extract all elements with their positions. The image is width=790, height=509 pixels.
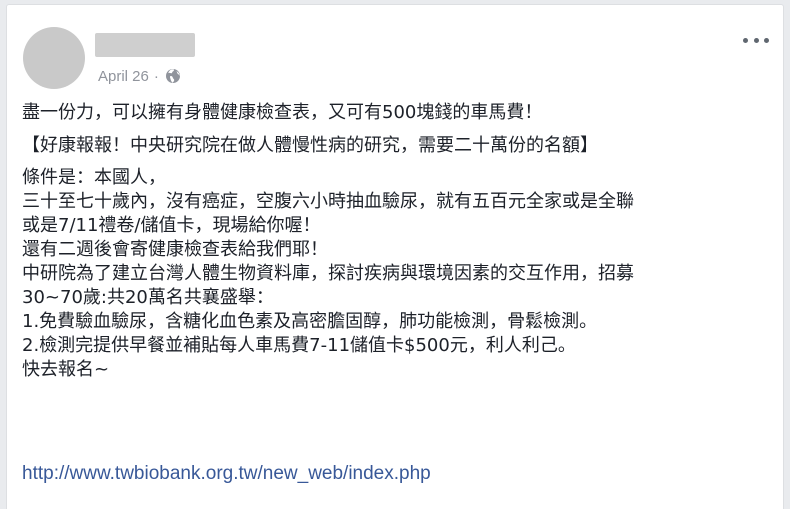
post-line: 或是7/11禮卷/儲值卡，現場給你喔！	[22, 215, 321, 236]
post-line: 2.檢測完提供早餐並補貼每人車馬費7-11儲值卡$500元，利人利己。	[22, 335, 576, 356]
more-options-icon[interactable]	[743, 31, 769, 49]
post-line: 三十至七十歲內，沒有癌症，空腹六小時抽血驗尿，就有五百元全家或是全聯	[22, 191, 634, 212]
post-card: April 26 · 盡一份力，可以擁有身體健康檢查表，又可有500塊錢的車馬費…	[6, 4, 784, 509]
globe-icon[interactable]	[165, 68, 181, 84]
post-meta: April 26 ·	[98, 66, 181, 86]
more-dot	[753, 37, 759, 43]
more-dot	[764, 37, 769, 43]
post-line: 30~70歲:共20萬名共襄盛舉：	[22, 287, 274, 308]
post-line: 條件是：本國人，	[22, 167, 166, 188]
post-paragraph-1: 盡一份力，可以擁有身體健康檢查表，又可有500塊錢的車馬費！	[22, 102, 543, 123]
post-body: 盡一份力，可以擁有身體健康檢查表，又可有500塊錢的車馬費！ 【好康報報！中央研…	[22, 101, 777, 382]
post-line: 還有二週後會寄健康檢查表給我們耶！	[22, 239, 328, 260]
post-paragraph-2: 【好康報報！中央研究院在做人體慢性病的研究，需要二十萬份的名額】	[22, 135, 598, 156]
author-name-redacted[interactable]	[95, 33, 195, 57]
post-link[interactable]: http://www.twbiobank.org.tw/new_web/inde…	[22, 463, 431, 485]
post-date[interactable]: April 26	[98, 68, 149, 85]
post-line: 快去報名~	[22, 359, 110, 380]
meta-separator: ·	[153, 67, 159, 85]
post-line: 1.免費驗血驗尿，含糖化血色素及高密膽固醇，肺功能檢測，骨鬆檢測。	[22, 311, 598, 332]
post-line: 中研院為了建立台灣人體生物資料庫，探討疾病與環境因素的交互作用，招募	[22, 263, 634, 284]
avatar[interactable]	[23, 27, 85, 89]
post-paragraph-3: 條件是：本國人， 三十至七十歲內，沒有癌症，空腹六小時抽血驗尿，就有五百元全家或…	[22, 166, 777, 382]
more-dot	[743, 37, 748, 43]
